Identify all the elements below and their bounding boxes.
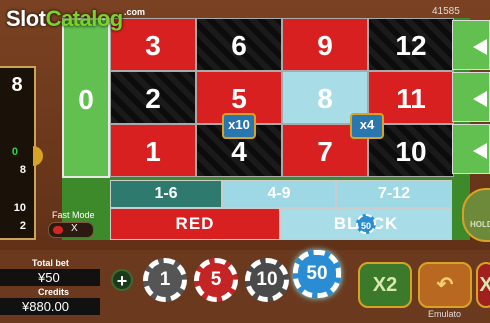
chip-1-button[interactable]: 1 [143, 258, 187, 302]
history-panel: 8 0 8 10 2 [0, 66, 36, 240]
zero-cell[interactable]: 0 [62, 18, 110, 178]
undo-button[interactable]: ↶ [418, 262, 472, 308]
arrow-left-icon [473, 143, 487, 159]
chip-5-button[interactable]: 5 [194, 258, 238, 302]
fast-mode-toggle[interactable]: X [48, 222, 94, 238]
total-bet-value: ¥50 [0, 269, 100, 286]
total-bet-label: Total bet [32, 258, 69, 268]
range-bet-7-12[interactable]: 7-12 [336, 180, 452, 208]
number-cell[interactable]: 9 [282, 18, 368, 71]
arrow-left-icon [473, 91, 487, 107]
fast-mode-label: Fast Mode [52, 210, 95, 220]
number-cell[interactable]: 2 [110, 71, 196, 124]
toggle-dot-icon [53, 226, 63, 234]
emulator-label: Emulato [428, 309, 462, 319]
range-bet-1-6[interactable]: 1-6 [110, 180, 222, 208]
number-cell[interactable]: 1 [110, 124, 196, 177]
credits-label: Credits [38, 287, 70, 297]
arrow-left-icon [473, 39, 487, 55]
add-chip-button[interactable]: + [111, 269, 133, 291]
chip-50-button[interactable]: 50 [293, 250, 341, 298]
chip-10-button[interactable]: 10 [245, 258, 289, 302]
history-item: 2 [19, 220, 26, 232]
watermark-domain: .com [124, 7, 146, 17]
history-item: 10 [13, 202, 26, 214]
number-cell[interactable]: 6 [196, 18, 282, 71]
session-id: 41585 [432, 6, 460, 17]
history-item: 8 [19, 164, 26, 176]
double-bet-button[interactable]: X2 [358, 262, 412, 308]
red-bet-button[interactable]: RED [110, 208, 280, 240]
placed-chip: 50 [356, 214, 376, 234]
multiplier-badge: x10 [222, 113, 256, 139]
history-item: 0 [11, 146, 18, 158]
number-cell[interactable]: 12 [368, 18, 454, 71]
multiplier-badge: x4 [350, 113, 384, 139]
column-bet-bottom[interactable] [452, 124, 490, 174]
column-bet-middle[interactable] [452, 72, 490, 122]
watermark-logo: SlotCatalog [6, 6, 123, 31]
credits-value: ¥880.00 [0, 298, 100, 315]
range-bet-4-9[interactable]: 4-9 [222, 180, 336, 208]
column-bet-top[interactable] [452, 20, 490, 70]
clear-button[interactable]: X [476, 262, 490, 308]
history-latest: 8 [11, 74, 23, 96]
